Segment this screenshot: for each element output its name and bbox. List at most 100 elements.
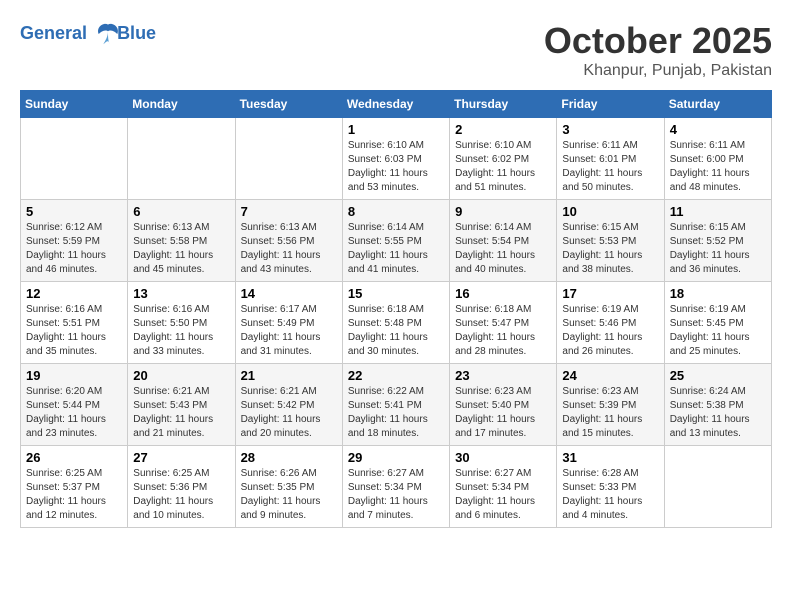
day-info: Sunrise: 6:16 AMSunset: 5:51 PMDaylight:…: [26, 303, 122, 359]
day-info: Sunrise: 6:14 AMSunset: 5:55 PMDaylight:…: [348, 221, 444, 277]
day-number: 16: [455, 286, 551, 301]
calendar-day-30: 30 Sunrise: 6:27 AMSunset: 5:34 PMDayligh…: [450, 446, 557, 528]
day-info: Sunrise: 6:11 AMSunset: 6:00 PMDaylight:…: [670, 139, 766, 195]
calendar-week-row: 19Sunrise: 6:20 AMSunset: 5:44 PMDayligh…: [21, 364, 772, 446]
day-number: 19: [26, 368, 122, 383]
day-number: 4: [670, 122, 766, 137]
day-info: Sunrise: 6:28 AMSunset: 5:33 PMDaylight:…: [562, 467, 658, 523]
calendar-empty-cell: [664, 446, 771, 528]
calendar-week-row: 5Sunrise: 6:12 AMSunset: 5:59 PMDaylight…: [21, 200, 772, 282]
day-number: 22: [348, 368, 444, 383]
day-info: Sunrise: 6:24 AMSunset: 5:38 PMDaylight:…: [670, 385, 766, 441]
calendar-day-4: 4 Sunrise: 6:11 AMSunset: 6:00 PMDaylight…: [664, 118, 771, 200]
day-number: 13: [133, 286, 229, 301]
logo-text: General: [20, 20, 122, 48]
day-number: 7: [241, 204, 337, 219]
calendar-week-row: 1 Sunrise: 6:10 AMSunset: 6:03 PMDaylight…: [21, 118, 772, 200]
weekday-header-tuesday: Tuesday: [235, 91, 342, 118]
logo: General Blue: [20, 20, 156, 48]
calendar-day-17: 17 Sunrise: 6:19 AMSunset: 5:46 PMDayligh…: [557, 282, 664, 364]
day-number: 20: [133, 368, 229, 383]
calendar-day-14: 14 Sunrise: 6:17 AMSunset: 5:49 PMDayligh…: [235, 282, 342, 364]
day-info: Sunrise: 6:26 AMSunset: 5:35 PMDaylight:…: [241, 467, 337, 523]
day-info: Sunrise: 6:10 AMSunset: 6:02 PMDaylight:…: [455, 139, 551, 195]
calendar-day-24: 24 Sunrise: 6:23 AMSunset: 5:39 PMDayligh…: [557, 364, 664, 446]
calendar-day-19: 19Sunrise: 6:20 AMSunset: 5:44 PMDayligh…: [21, 364, 128, 446]
calendar-day-13: 13 Sunrise: 6:16 AMSunset: 5:50 PMDayligh…: [128, 282, 235, 364]
calendar-day-18: 18Sunrise: 6:19 AMSunset: 5:45 PMDayligh…: [664, 282, 771, 364]
day-number: 8: [348, 204, 444, 219]
calendar-week-row: 12 Sunrise: 6:16 AMSunset: 5:51 PMDayligh…: [21, 282, 772, 364]
calendar-day-31: 31 Sunrise: 6:28 AMSunset: 5:33 PMDayligh…: [557, 446, 664, 528]
day-number: 3: [562, 122, 658, 137]
day-info: Sunrise: 6:21 AMSunset: 5:43 PMDaylight:…: [133, 385, 229, 441]
weekday-header-sunday: Sunday: [21, 91, 128, 118]
calendar-day-6: 6 Sunrise: 6:13 AMSunset: 5:58 PMDaylight…: [128, 200, 235, 282]
page-header: General Blue October 2025 Khanpur, Punja…: [20, 20, 772, 80]
day-number: 11: [670, 204, 766, 219]
day-info: Sunrise: 6:23 AMSunset: 5:40 PMDaylight:…: [455, 385, 551, 441]
calendar-day-2: 2Sunrise: 6:10 AMSunset: 6:02 PMDaylight…: [450, 118, 557, 200]
day-info: Sunrise: 6:18 AMSunset: 5:48 PMDaylight:…: [348, 303, 444, 359]
calendar-day-25: 25 Sunrise: 6:24 AMSunset: 5:38 PMDayligh…: [664, 364, 771, 446]
day-number: 15: [348, 286, 444, 301]
day-number: 12: [26, 286, 122, 301]
day-info: Sunrise: 6:10 AMSunset: 6:03 PMDaylight:…: [348, 139, 444, 195]
day-info: Sunrise: 6:19 AMSunset: 5:46 PMDaylight:…: [562, 303, 658, 359]
day-info: Sunrise: 6:21 AMSunset: 5:42 PMDaylight:…: [241, 385, 337, 441]
calendar-day-8: 8 Sunrise: 6:14 AMSunset: 5:55 PMDaylight…: [342, 200, 449, 282]
day-number: 28: [241, 450, 337, 465]
day-number: 27: [133, 450, 229, 465]
day-info: Sunrise: 6:11 AMSunset: 6:01 PMDaylight:…: [562, 139, 658, 195]
day-info: Sunrise: 6:25 AMSunset: 5:36 PMDaylight:…: [133, 467, 229, 523]
day-info: Sunrise: 6:25 AMSunset: 5:37 PMDaylight:…: [26, 467, 122, 523]
calendar-day-3: 3 Sunrise: 6:11 AMSunset: 6:01 PMDaylight…: [557, 118, 664, 200]
day-info: Sunrise: 6:16 AMSunset: 5:50 PMDaylight:…: [133, 303, 229, 359]
day-info: Sunrise: 6:22 AMSunset: 5:41 PMDaylight:…: [348, 385, 444, 441]
calendar-day-9: 9 Sunrise: 6:14 AMSunset: 5:54 PMDaylight…: [450, 200, 557, 282]
day-info: Sunrise: 6:13 AMSunset: 5:58 PMDaylight:…: [133, 221, 229, 277]
day-number: 31: [562, 450, 658, 465]
weekday-header-saturday: Saturday: [664, 91, 771, 118]
day-number: 23: [455, 368, 551, 383]
day-number: 6: [133, 204, 229, 219]
day-number: 24: [562, 368, 658, 383]
day-number: 9: [455, 204, 551, 219]
calendar-table: SundayMondayTuesdayWednesdayThursdayFrid…: [20, 90, 772, 528]
title-block: October 2025 Khanpur, Punjab, Pakistan: [544, 20, 772, 80]
day-info: Sunrise: 6:17 AMSunset: 5:49 PMDaylight:…: [241, 303, 337, 359]
day-info: Sunrise: 6:19 AMSunset: 5:45 PMDaylight:…: [670, 303, 766, 359]
calendar-day-26: 26 Sunrise: 6:25 AMSunset: 5:37 PMDayligh…: [21, 446, 128, 528]
day-number: 29: [348, 450, 444, 465]
day-number: 25: [670, 368, 766, 383]
calendar-day-7: 7 Sunrise: 6:13 AMSunset: 5:56 PMDaylight…: [235, 200, 342, 282]
calendar-day-27: 27 Sunrise: 6:25 AMSunset: 5:36 PMDayligh…: [128, 446, 235, 528]
calendar-week-row: 26 Sunrise: 6:25 AMSunset: 5:37 PMDayligh…: [21, 446, 772, 528]
calendar-day-29: 29Sunrise: 6:27 AMSunset: 5:34 PMDayligh…: [342, 446, 449, 528]
calendar-day-16: 16 Sunrise: 6:18 AMSunset: 5:47 PMDayligh…: [450, 282, 557, 364]
day-number: 26: [26, 450, 122, 465]
day-info: Sunrise: 6:18 AMSunset: 5:47 PMDaylight:…: [455, 303, 551, 359]
weekday-header-monday: Monday: [128, 91, 235, 118]
calendar-empty-cell: [235, 118, 342, 200]
day-info: Sunrise: 6:27 AMSunset: 5:34 PMDaylight:…: [455, 467, 551, 523]
month-title: October 2025: [544, 20, 772, 62]
calendar-day-15: 15 Sunrise: 6:18 AMSunset: 5:48 PMDayligh…: [342, 282, 449, 364]
day-info: Sunrise: 6:13 AMSunset: 5:56 PMDaylight:…: [241, 221, 337, 277]
calendar-day-10: 10Sunrise: 6:15 AMSunset: 5:53 PMDayligh…: [557, 200, 664, 282]
day-number: 17: [562, 286, 658, 301]
calendar-day-5: 5Sunrise: 6:12 AMSunset: 5:59 PMDaylight…: [21, 200, 128, 282]
weekday-header-thursday: Thursday: [450, 91, 557, 118]
day-info: Sunrise: 6:14 AMSunset: 5:54 PMDaylight:…: [455, 221, 551, 277]
day-info: Sunrise: 6:12 AMSunset: 5:59 PMDaylight:…: [26, 221, 122, 277]
day-info: Sunrise: 6:15 AMSunset: 5:52 PMDaylight:…: [670, 221, 766, 277]
calendar-day-22: 22 Sunrise: 6:22 AMSunset: 5:41 PMDayligh…: [342, 364, 449, 446]
day-number: 30: [455, 450, 551, 465]
calendar-day-12: 12 Sunrise: 6:16 AMSunset: 5:51 PMDayligh…: [21, 282, 128, 364]
day-number: 14: [241, 286, 337, 301]
day-info: Sunrise: 6:23 AMSunset: 5:39 PMDaylight:…: [562, 385, 658, 441]
calendar-empty-cell: [21, 118, 128, 200]
calendar-day-11: 11 Sunrise: 6:15 AMSunset: 5:52 PMDayligh…: [664, 200, 771, 282]
day-number: 1: [348, 122, 444, 137]
weekday-header-friday: Friday: [557, 91, 664, 118]
